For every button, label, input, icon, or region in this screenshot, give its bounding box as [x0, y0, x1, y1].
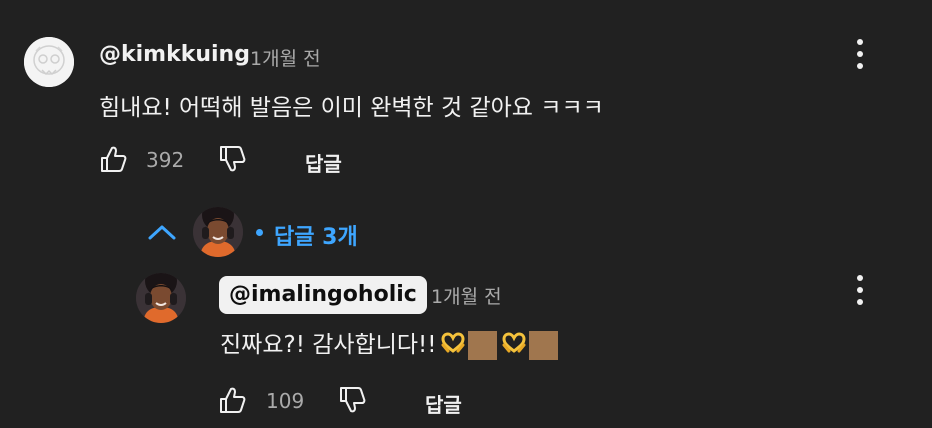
like-button[interactable] — [99, 144, 127, 178]
dislike-button[interactable] — [338, 385, 366, 419]
like-count: 109 — [266, 389, 305, 413]
skull-avatar-icon — [24, 37, 74, 87]
reply-text: 진짜요?! 감사합니다!! — [220, 325, 559, 361]
dislike-button[interactable] — [218, 144, 246, 178]
heart-hands-icon — [501, 331, 527, 361]
like-button[interactable] — [218, 385, 246, 419]
avatar[interactable] — [24, 37, 74, 87]
heart-hands-icon — [440, 331, 466, 361]
thumbs-up-icon — [101, 146, 127, 172]
thumbs-up-icon — [220, 387, 246, 413]
chevron-up-icon[interactable] — [147, 222, 177, 246]
reply-timestamp[interactable]: 1개월 전 — [431, 282, 502, 309]
creator-author-chip[interactable]: @imalingoholic — [219, 276, 427, 314]
reply-text-content: 진짜요?! 감사합니다!! — [220, 332, 437, 358]
reply-avatar-preview — [193, 207, 243, 257]
thumbs-down-icon — [220, 146, 246, 172]
more-actions-icon[interactable] — [851, 273, 869, 307]
comment-author[interactable]: @kimkkuing — [99, 42, 250, 67]
reply-button[interactable]: 답글 — [305, 148, 342, 177]
comment-text: 힘내요! 어떡해 발음은 이미 완벽한 것 같아요 ㅋㅋㅋ — [99, 95, 604, 121]
replies-count-label[interactable]: 답글 3개 — [274, 219, 358, 251]
skin-tone-swatch — [529, 331, 559, 360]
avatar[interactable] — [136, 273, 186, 323]
reply-button[interactable]: 답글 — [425, 389, 462, 418]
separator-dot — [256, 229, 263, 236]
comment-timestamp[interactable]: 1개월 전 — [250, 44, 321, 71]
more-actions-icon[interactable] — [851, 37, 869, 71]
skin-tone-swatch — [468, 331, 498, 360]
like-count: 392 — [146, 148, 185, 172]
thumbs-down-icon — [340, 387, 366, 413]
